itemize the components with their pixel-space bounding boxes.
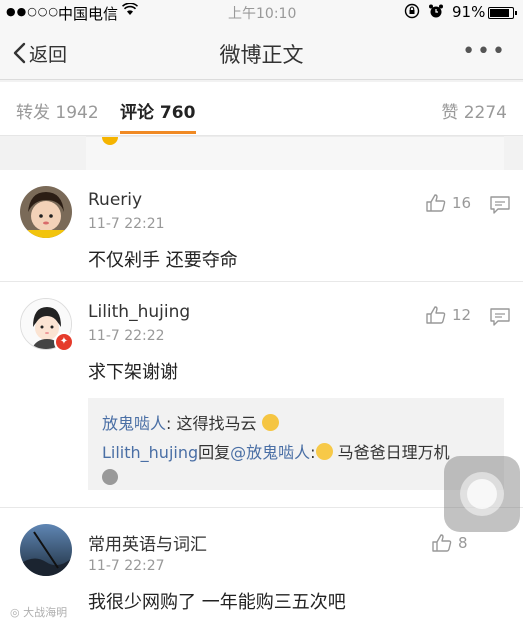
reply-text: 马爸爸日理万机 [332, 443, 450, 462]
carrier-name: 中国电信 [58, 5, 119, 23]
avatar[interactable] [20, 186, 72, 238]
status-bar: ●●○○○ 中国电信 上午10:10 91% [0, 0, 523, 26]
comment-item: 常用英语与词汇 11-7 22:27 8 我很少网购了 一年能购三五次吧 [0, 508, 523, 624]
comment-text: 求下架谢谢 [88, 362, 178, 383]
tab-reposts[interactable]: 转发 1942 [16, 98, 99, 123]
comment-username[interactable]: 常用英语与词汇 [88, 530, 207, 555]
reply-username[interactable]: Lilith_hujing [102, 443, 198, 462]
comment-list: Rueriy 11-7 22:21 16 不仅剁手 还要夺命 ✦ Lilith_… [0, 170, 523, 624]
comment-time: 11-7 22:22 [88, 328, 165, 344]
cat-emoji-icon [261, 414, 279, 431]
watermark-text: 大战海明 [23, 606, 68, 619]
comment-time: 11-7 22:27 [88, 558, 165, 574]
previous-reply-block [86, 136, 504, 170]
thumbs-up-icon [426, 306, 446, 324]
weibo-logo-icon: ◎ [10, 606, 20, 619]
wifi-icon [121, 2, 139, 20]
like-button[interactable]: 16 [426, 194, 471, 212]
signal-strength-icon: ●●○○○ [6, 5, 59, 18]
battery-percent: 91% [452, 3, 486, 21]
like-count: 16 [452, 194, 472, 212]
assistive-touch-icon [460, 472, 504, 516]
thumbs-up-icon [426, 194, 446, 212]
tab-likes[interactable]: 赞 2274 [441, 98, 507, 123]
comment-item: Rueriy 11-7 22:21 16 不仅剁手 还要夺命 [0, 170, 523, 282]
battery-fill [490, 9, 510, 17]
rotation-lock-icon [404, 3, 420, 23]
reply-line: Lilith_hujing回复@放鬼啮人: 马爸爸日理万机 [102, 439, 450, 463]
reply-line: 放鬼啮人: 这得找马云 [102, 410, 279, 434]
reply-mention[interactable]: @放鬼啮人 [230, 443, 310, 462]
battery-icon [488, 7, 517, 19]
navigation-bar: 返回 微博正文 ••• [0, 26, 523, 80]
like-button[interactable]: 8 [432, 534, 468, 552]
status-time: 上午10:10 [228, 6, 297, 22]
ghost-emoji-icon [102, 469, 118, 485]
like-count: 12 [452, 306, 472, 324]
assistive-touch-button[interactable] [444, 456, 520, 532]
comment-text: 我很少网购了 一年能购三五次吧 [88, 592, 346, 613]
alarm-icon [428, 3, 444, 23]
reply-icon[interactable] [490, 196, 510, 218]
tab-comments[interactable]: 评论 760 [120, 98, 195, 123]
reply-text: : 这得找马云 [166, 414, 257, 433]
watermark: ◎ 大战海明 [10, 604, 67, 620]
reply-icon[interactable] [490, 308, 510, 330]
reply-label: 回复 [198, 443, 231, 462]
vip-badge: ✦ [54, 332, 74, 352]
tab-bar: 转发 1942 评论 760 赞 2274 [0, 82, 523, 136]
reply-colon: : [310, 443, 316, 462]
comment-username[interactable]: Rueriy [88, 190, 142, 210]
page-title: 微博正文 [219, 43, 304, 67]
active-tab-indicator [120, 131, 196, 134]
thumbs-up-icon [432, 534, 452, 552]
comment-text: 不仅剁手 还要夺命 [88, 250, 238, 271]
like-button[interactable]: 12 [426, 306, 471, 324]
comment-username[interactable]: Lilith_hujing [88, 302, 190, 322]
reply-thread[interactable]: 放鬼啮人: 这得找马云 Lilith_hujing回复@放鬼啮人: 马爸爸日理万… [88, 398, 504, 490]
comment-time: 11-7 22:21 [88, 216, 165, 232]
avatar[interactable] [20, 524, 72, 576]
emoji-icon [102, 137, 118, 145]
like-count: 8 [458, 534, 468, 552]
more-options-button[interactable]: ••• [462, 39, 507, 64]
laughing-emoji-icon [315, 443, 333, 460]
reply-username[interactable]: 放鬼啮人 [102, 414, 166, 433]
